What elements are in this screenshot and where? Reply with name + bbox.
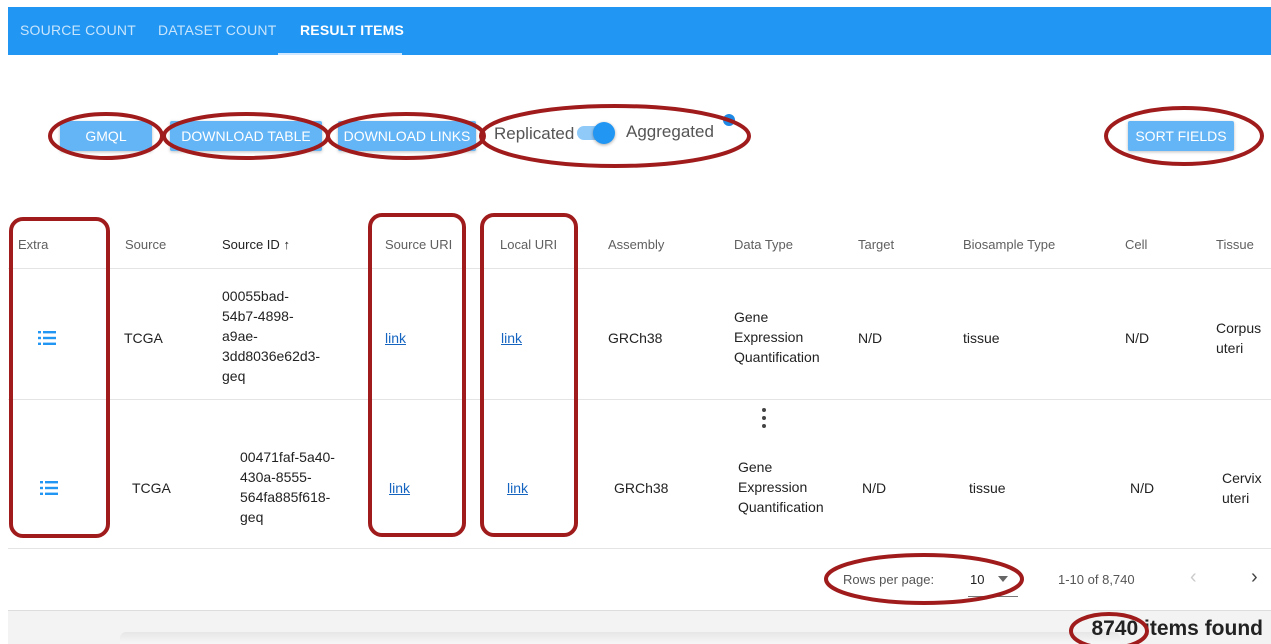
cell-tissue: Corpus uteri [1216, 318, 1261, 358]
tissue-line: Corpus [1216, 320, 1262, 336]
cell-target: N/D [862, 480, 887, 496]
column-header-tissue[interactable]: Tissue [1216, 237, 1254, 252]
cell-source-id: 00471faf-5a40- 430a-8555- 564fa885f618- … [240, 447, 335, 527]
active-tab-indicator [278, 53, 402, 55]
download-links-button[interactable]: DOWNLOAD LINKS [338, 121, 476, 151]
source-uri-link[interactable]: link [389, 478, 410, 498]
items-found-count: 8740 items found [1091, 617, 1263, 641]
data-type-line: Gene [738, 459, 773, 475]
cell-assembly: GRCh38 [608, 330, 663, 346]
switch-thumb[interactable] [593, 122, 615, 144]
gmql-button[interactable]: GMQL [60, 121, 152, 151]
tissue-line: Cervix [1222, 470, 1262, 486]
tab-result-items[interactable]: RESULT ITEMS [300, 7, 404, 55]
chevron-right-icon[interactable]: › [1251, 566, 1258, 589]
items-found-number: 8740 [1091, 617, 1139, 640]
header-divider [8, 268, 1271, 269]
cell-source: TCGA [132, 480, 171, 496]
source-id-line: 54b7-4898- [222, 308, 294, 324]
cell-biosample-type: tissue [969, 480, 1006, 496]
column-header-assembly[interactable]: Assembly [608, 237, 664, 252]
cell-assembly: GRCh38 [614, 480, 669, 496]
tab-dataset-count[interactable]: DATASET COUNT [158, 7, 277, 55]
data-type-line: Expression [734, 329, 804, 345]
items-found-suffix: items found [1144, 617, 1263, 640]
source-id-line: 430a-8555- [240, 469, 312, 485]
source-id-line: 00055bad- [222, 288, 289, 304]
annotation-box [368, 213, 466, 537]
chevron-left-icon[interactable]: ‹ [1190, 566, 1197, 589]
toggle-aggregated-label: Aggregated [626, 122, 714, 141]
list-icon[interactable] [40, 481, 58, 495]
local-uri-link[interactable]: link [501, 328, 522, 348]
list-icon[interactable] [38, 331, 56, 345]
cell-biosample-type: tissue [963, 330, 1000, 346]
more-vert-icon[interactable] [760, 408, 768, 434]
tissue-line: uteri [1222, 490, 1250, 506]
data-type-line: Quantification [734, 349, 820, 365]
column-header-extra: Extra [18, 237, 49, 252]
column-header-target[interactable]: Target [858, 237, 894, 252]
cell-source-id: 00055bad- 54b7-4898- a9ae- 3dd8036e62d3-… [222, 286, 320, 386]
tissue-line: uteri [1216, 340, 1244, 356]
sort-fields-button[interactable]: SORT FIELDS [1128, 121, 1234, 151]
footer-panel-edge [120, 632, 1120, 644]
rows-per-page-label: Rows per page: [843, 572, 935, 587]
column-header-biosample-type[interactable]: Biosample Type [963, 237, 1055, 252]
column-header-cell[interactable]: Cell [1125, 237, 1147, 252]
toggle-replicated-label: Replicated [494, 124, 575, 143]
rows-per-page-select[interactable]: 10 [970, 572, 984, 587]
dropdown-caret-icon[interactable] [998, 576, 1008, 582]
annotation-box [480, 213, 578, 537]
source-id-line: 3dd8036e62d3- [222, 348, 321, 364]
cell-tissue: Cervix uteri [1222, 468, 1262, 508]
source-uri-link[interactable]: link [385, 328, 406, 348]
data-type-line: Quantification [738, 499, 824, 515]
column-header-source-id-label: Source ID [222, 237, 280, 252]
row-divider [8, 399, 1271, 400]
row-divider [8, 548, 1271, 549]
annotation-box [9, 217, 110, 538]
source-id-line: geq [222, 368, 246, 384]
info-dot-icon [723, 114, 735, 126]
source-id-line: 564fa885f618- [240, 489, 331, 505]
data-type-line: Gene [734, 309, 769, 325]
download-table-button[interactable]: DOWNLOAD TABLE [170, 121, 322, 151]
column-header-source-uri[interactable]: Source URI [385, 237, 452, 252]
data-type-line: Expression [738, 479, 808, 495]
cell-cell: N/D [1125, 330, 1150, 346]
column-header-local-uri[interactable]: Local URI [500, 237, 557, 252]
cell-source: TCGA [124, 330, 163, 346]
select-underline [968, 596, 1018, 597]
cell-cell: N/D [1130, 480, 1155, 496]
column-header-data-type[interactable]: Data Type [734, 237, 793, 252]
tab-source-count[interactable]: SOURCE COUNT [20, 7, 136, 55]
local-uri-link[interactable]: link [507, 478, 528, 498]
cell-data-type: Gene Expression Quantification [738, 457, 824, 517]
sort-ascending-icon: ↑ [283, 237, 290, 252]
cell-target: N/D [858, 330, 883, 346]
source-id-line: a9ae- [222, 328, 258, 344]
source-id-line: 00471faf-5a40- [240, 449, 335, 465]
column-header-source-id[interactable]: Source ID ↑ [222, 237, 290, 252]
cell-data-type: Gene Expression Quantification [734, 307, 820, 367]
source-id-line: geq [240, 509, 264, 525]
column-header-source[interactable]: Source [125, 237, 166, 252]
pagination-range: 1-10 of 8,740 [1058, 572, 1135, 587]
